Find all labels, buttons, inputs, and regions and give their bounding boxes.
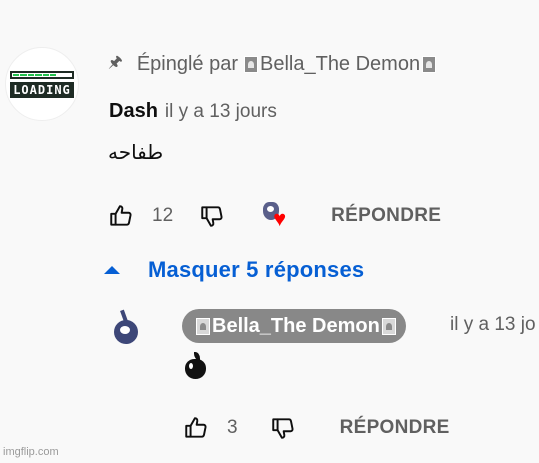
hide-replies-toggle[interactable]: Masquer 5 réponses: [104, 257, 364, 283]
thumbs-down-icon: [271, 418, 294, 439]
loading-bar-icon: [10, 70, 74, 79]
like-count: 3: [227, 417, 238, 438]
reply-timestamp[interactable]: il y a 13 jo: [450, 314, 536, 336]
pinned-badge: 🖈︎ Épinglé par Bella_The Demon: [108, 51, 438, 78]
comment-timestamp[interactable]: il y a 13 jours: [165, 101, 277, 123]
pin-icon: 🖈︎: [108, 54, 123, 71]
thumbs-up-icon: [110, 205, 132, 226]
comment-text: طفاحه: [108, 140, 164, 164]
hide-replies-label: Masquer 5 réponses: [148, 257, 365, 282]
reply-button[interactable]: RÉPONDRE: [340, 417, 450, 439]
reply-author-avatar[interactable]: [108, 309, 148, 354]
like-button[interactable]: [106, 201, 136, 231]
comment-author-avatar[interactable]: LOADING: [5, 47, 79, 121]
image-glyph-icon: [422, 56, 437, 73]
dislike-button[interactable]: [197, 201, 227, 231]
image-glyph-icon: [381, 317, 396, 335]
like-count: 12: [152, 205, 174, 226]
image-glyph-icon: [244, 56, 258, 73]
reply-author-chip[interactable]: Bella_The Demon: [182, 309, 406, 343]
comment-actions: 12 ♥ RÉPONDRE: [106, 198, 441, 234]
pinned-by-name: Bella_The Demon: [260, 53, 421, 75]
thumbs-down-icon: [201, 206, 223, 227]
reply-button[interactable]: RÉPONDRE: [331, 205, 441, 227]
pinned-prefix: Épinglé par: [136, 53, 238, 75]
black-apple-emoji-icon: [184, 352, 208, 380]
image-glyph-icon: [196, 317, 210, 335]
avatar-text: LOADING: [10, 81, 74, 98]
reply-author-name: Bella_The Demon: [212, 314, 380, 337]
watermark: imgflip.com: [3, 446, 59, 458]
thumbs-up-icon: [185, 417, 207, 438]
reply-actions: 3 RÉPONDRE: [181, 413, 450, 443]
like-button[interactable]: [181, 413, 211, 443]
creator-heart-icon: ♥: [261, 198, 301, 234]
chevron-up-icon: [104, 266, 120, 274]
comment-header: Dash il y a 13 jours: [109, 100, 277, 123]
comment-author-name[interactable]: Dash: [109, 100, 158, 123]
dislike-button[interactable]: [268, 413, 298, 443]
